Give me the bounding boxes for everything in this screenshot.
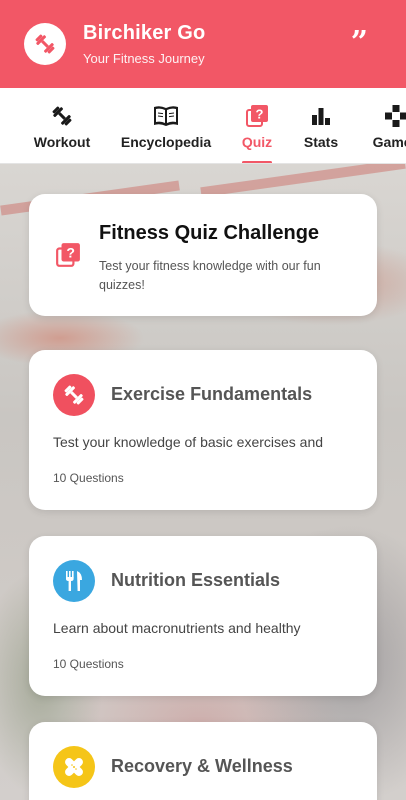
quiz-card-nutrition-essentials[interactable]: Nutrition Essentials Learn about macronu… xyxy=(29,536,377,696)
dumbbell-icon xyxy=(64,385,84,405)
tab-label: Stats xyxy=(303,133,339,150)
quiz-title: Recovery & Wellness xyxy=(111,756,293,776)
quiz-icon-circle xyxy=(53,746,95,788)
tab-label: Quiz xyxy=(241,133,273,150)
quiz-icon: ? xyxy=(56,243,80,267)
quiz-question-count: 10 Questions xyxy=(53,657,124,671)
app-name: Birchiker Go xyxy=(83,22,206,44)
svg-text:?: ? xyxy=(66,245,75,261)
app-header: Birchiker Go Your Fitness Journey ” xyxy=(0,0,406,88)
quiz-intro-card: ? Fitness Quiz Challenge Test your fitne… xyxy=(29,194,377,316)
tab-label: Workout xyxy=(33,133,91,150)
dumbbell-icon xyxy=(52,106,72,125)
quiz-card-recovery-wellness[interactable]: Recovery & Wellness xyxy=(29,722,377,800)
quiz-icon-circle xyxy=(53,560,95,602)
tab-label: Games xyxy=(372,133,406,150)
quiz-icon: ? xyxy=(246,104,268,127)
app-tagline: Your Fitness Journey xyxy=(83,51,205,66)
quiz-icon-circle xyxy=(53,374,95,416)
active-tab-indicator xyxy=(242,161,272,163)
quiz-title: Exercise Fundamentals xyxy=(111,384,313,404)
book-icon xyxy=(154,105,178,126)
quiz-description: Learn about macronutrients and healthy xyxy=(53,620,301,636)
bandage-icon xyxy=(65,758,83,776)
quiz-title: Nutrition Essentials xyxy=(111,570,281,590)
utensils-icon xyxy=(66,571,82,591)
quiz-card-exercise-fundamentals[interactable]: Exercise Fundamentals Test your knowledg… xyxy=(29,350,377,510)
intro-title: Fitness Quiz Challenge xyxy=(99,222,320,244)
tab-quiz[interactable]: ? Quiz xyxy=(236,88,278,163)
tab-stats[interactable]: Stats xyxy=(300,88,342,163)
tab-label: Encyclopedia xyxy=(120,133,212,150)
app-logo[interactable] xyxy=(24,23,66,65)
tab-workout[interactable]: Workout xyxy=(33,88,91,163)
quiz-question-count: 10 Questions xyxy=(53,471,124,485)
tab-games[interactable]: Games xyxy=(370,88,406,163)
quiz-description: Test your knowledge of basic exercises a… xyxy=(53,434,324,450)
svg-text:?: ? xyxy=(256,106,264,121)
bar-chart-icon xyxy=(312,107,330,125)
dumbbell-icon xyxy=(35,34,55,54)
brand: Birchiker Go Your Fitness Journey xyxy=(83,22,205,66)
quote-icon[interactable]: ” xyxy=(351,28,368,58)
intro-description: Test your fitness knowledge with our fun… xyxy=(99,259,321,292)
tab-encyclopedia[interactable]: Encyclopedia xyxy=(120,88,212,163)
gamepad-icon xyxy=(385,104,406,127)
tab-bar: Workout Encyclopedia ? Quiz Stats Gam xyxy=(0,88,406,164)
